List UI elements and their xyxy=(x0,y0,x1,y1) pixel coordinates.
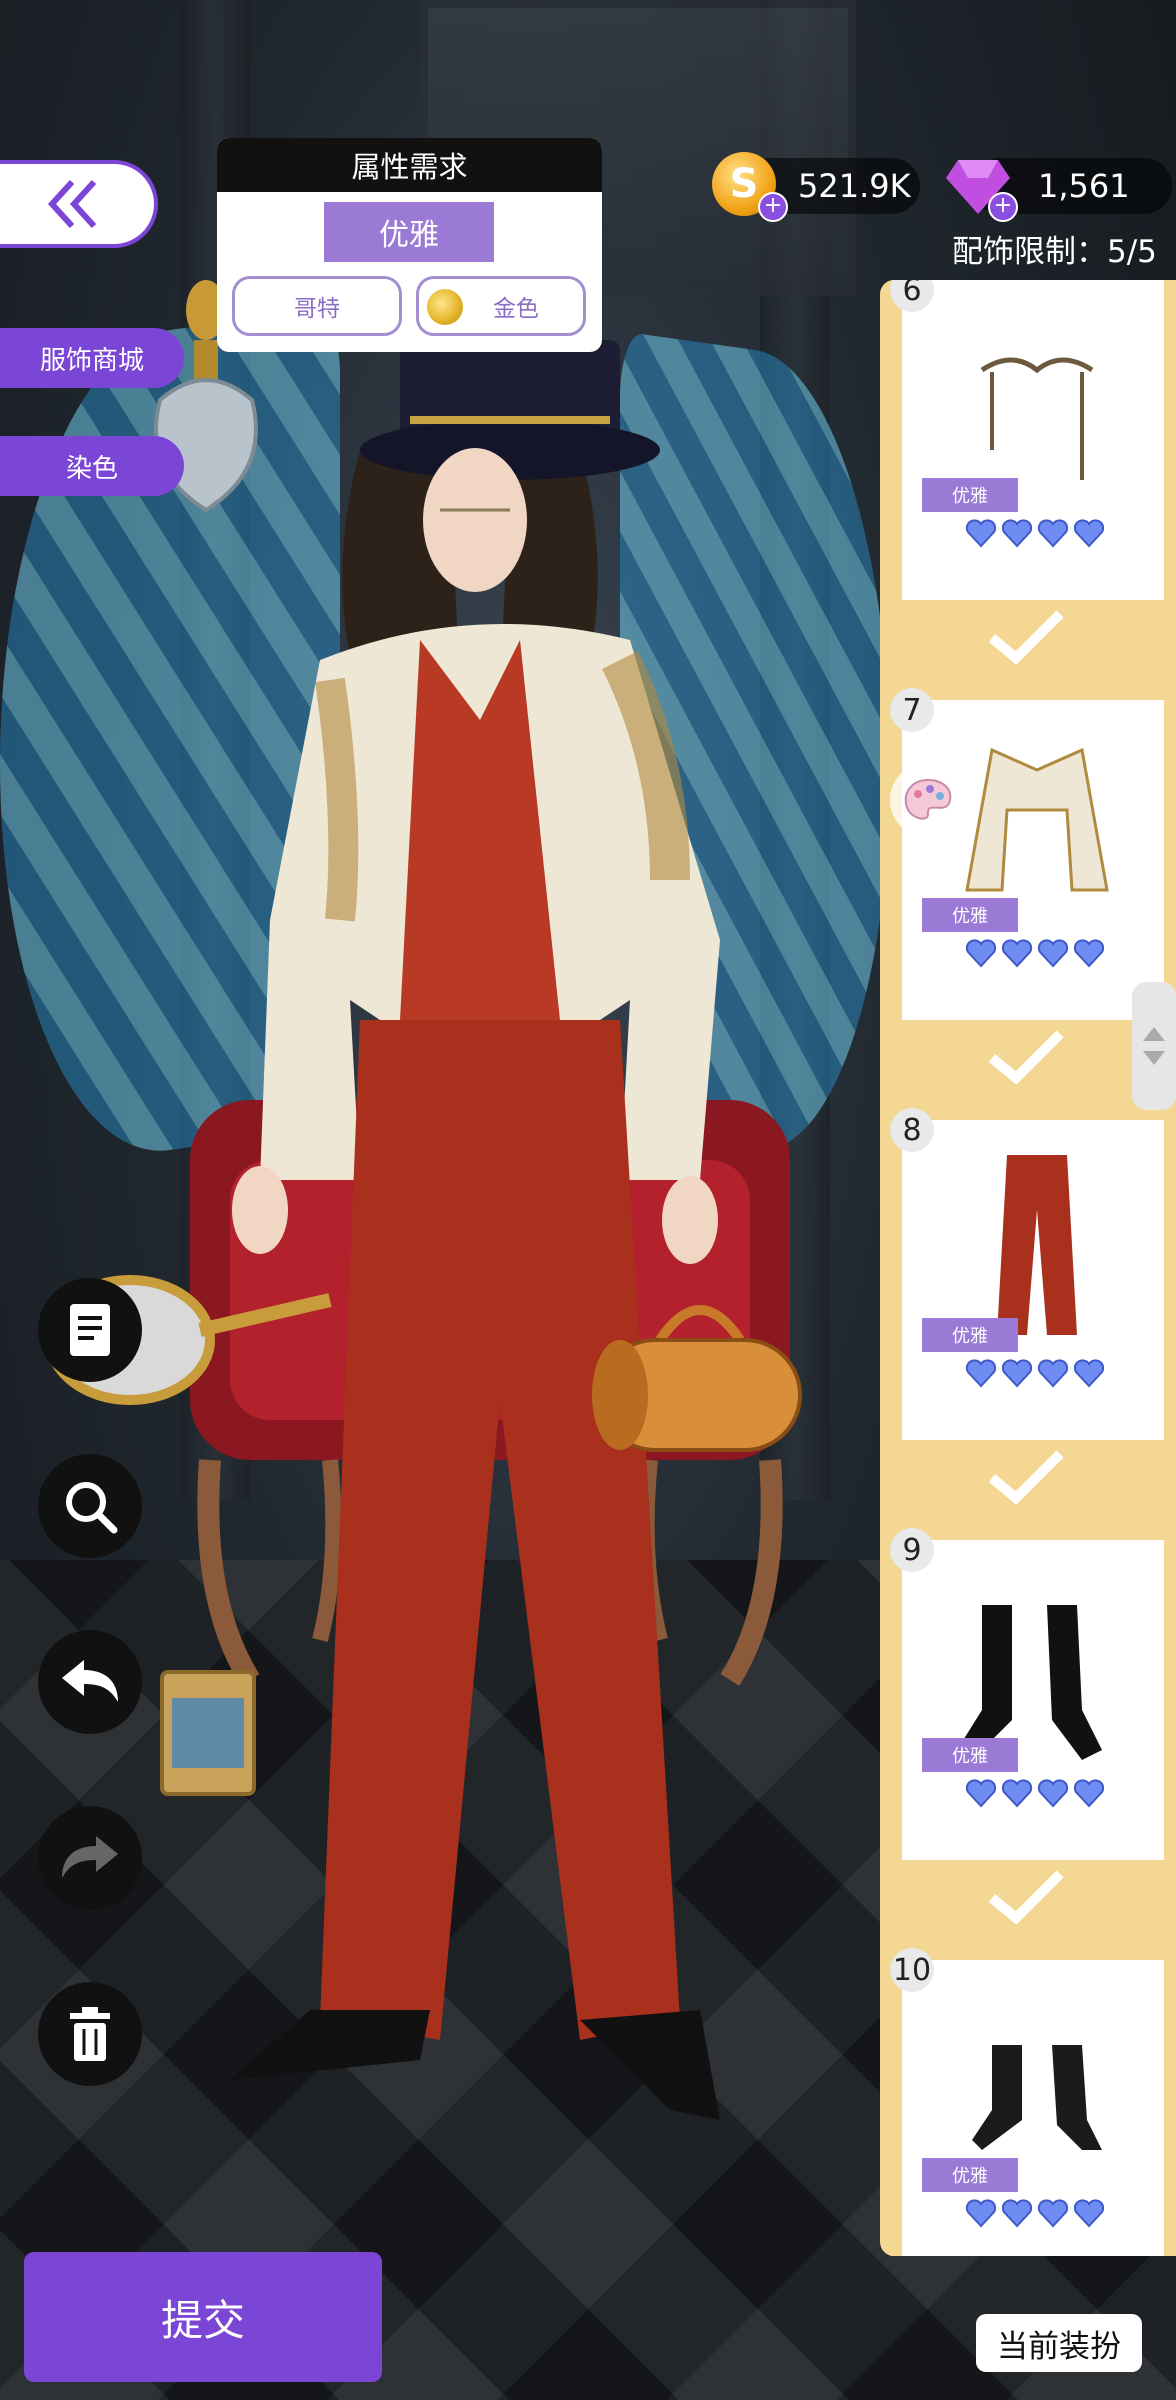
check-icon xyxy=(988,1030,1064,1084)
male-character xyxy=(230,340,720,2120)
item-thumbnail-frame: 优雅 xyxy=(902,1960,1164,2256)
heart-icon xyxy=(965,1359,1104,1388)
back-button[interactable] xyxy=(0,160,158,248)
palette-icon xyxy=(904,778,952,820)
item-attribute-tag: 优雅 xyxy=(922,1738,1018,1772)
submit-button[interactable]: 提交 xyxy=(24,2252,382,2382)
tag-label: 哥特 xyxy=(294,296,340,322)
item-card[interactable]: 优雅 8 xyxy=(886,1108,1172,1520)
ankle-boots-icon xyxy=(972,2045,1102,2150)
item-number: 8 xyxy=(890,1108,934,1152)
item-card[interactable]: 优雅 7 xyxy=(886,688,1172,1100)
heart-rating xyxy=(964,1356,1104,1390)
coin-amount: 521.9K xyxy=(798,167,911,205)
check-icon xyxy=(988,610,1064,664)
redo-button[interactable] xyxy=(38,1806,142,1910)
main-attribute-badge: 优雅 xyxy=(324,202,494,262)
redo-icon xyxy=(62,1836,118,1878)
heart-rating xyxy=(964,516,1104,550)
item-number: 10 xyxy=(890,1948,934,1992)
arrow-up-icon xyxy=(1143,1027,1165,1041)
gold-color-icon xyxy=(427,289,463,325)
item-card[interactable]: 优雅 10 xyxy=(886,1948,1172,2256)
item-thumbnail-frame: 优雅 xyxy=(902,1540,1164,1860)
current-outfit-button[interactable]: 当前装扮 xyxy=(976,2314,1142,2372)
tag-gold: 金色 xyxy=(416,276,586,336)
item-number: 9 xyxy=(890,1528,934,1572)
tag-gothic: 哥特 xyxy=(232,276,402,336)
delete-button[interactable] xyxy=(38,1982,142,2086)
notes-icon xyxy=(70,1304,110,1356)
trash-icon xyxy=(70,2007,110,2061)
heart-icon xyxy=(965,939,1104,968)
item-attribute-tag: 优雅 xyxy=(922,2158,1018,2192)
heart-icon xyxy=(965,519,1104,548)
add-coins-icon[interactable]: + xyxy=(758,192,788,222)
chain-glasses-icon xyxy=(980,357,1094,480)
accessory-limit: 配饰限制：5/5 xyxy=(952,234,1157,270)
requirement-title: 属性需求 xyxy=(217,138,602,192)
tag-label: 金色 xyxy=(493,296,539,322)
double-chevron-left-icon xyxy=(47,179,97,229)
magnifier-icon xyxy=(66,1482,118,1534)
undo-button[interactable] xyxy=(38,1630,142,1734)
panel-scroll-handle[interactable] xyxy=(1132,982,1176,1110)
item-number: 7 xyxy=(890,688,934,732)
gem-amount: 1,561 xyxy=(1038,167,1130,205)
item-thumbnail-frame: 优雅 xyxy=(902,1120,1164,1440)
undo-icon xyxy=(62,1660,118,1702)
red-pants-icon xyxy=(997,1155,1077,1335)
check-icon xyxy=(988,1870,1064,1924)
barrel-bag xyxy=(592,1305,802,1452)
item-attribute-tag: 优雅 xyxy=(922,1318,1018,1352)
zoom-button[interactable] xyxy=(38,1454,142,1558)
dye-palette-button[interactable] xyxy=(890,762,966,838)
heart-rating xyxy=(964,2196,1104,2230)
arrow-down-icon xyxy=(1143,1051,1165,1065)
item-thumbnail-frame: 优雅 xyxy=(902,700,1164,1020)
heart-rating xyxy=(964,1776,1104,1810)
attribute-requirement-panel: 属性需求 优雅 哥特 金色 xyxy=(217,138,602,352)
heart-rating xyxy=(964,936,1104,970)
tea-tin xyxy=(160,1670,256,1796)
notes-button[interactable] xyxy=(38,1278,142,1382)
jacket-icon xyxy=(965,747,1109,892)
add-gems-icon[interactable]: + xyxy=(988,192,1018,222)
selected-items-panel[interactable]: 优雅 6 优雅 7 优雅 8 优雅 9 优雅 10 xyxy=(880,280,1176,2256)
item-card[interactable]: 优雅 6 xyxy=(886,280,1172,680)
item-attribute-tag: 优雅 xyxy=(922,478,1018,512)
item-card[interactable]: 优雅 9 xyxy=(886,1528,1172,1940)
heart-icon xyxy=(965,2199,1104,2228)
dye-tab[interactable]: 染色 xyxy=(0,436,184,496)
check-icon xyxy=(988,1450,1064,1504)
item-thumbnail-frame: 优雅 xyxy=(902,280,1164,600)
heart-icon xyxy=(965,1779,1104,1808)
costume-shop-tab[interactable]: 服饰商城 xyxy=(0,328,184,388)
item-attribute-tag: 优雅 xyxy=(922,898,1018,932)
